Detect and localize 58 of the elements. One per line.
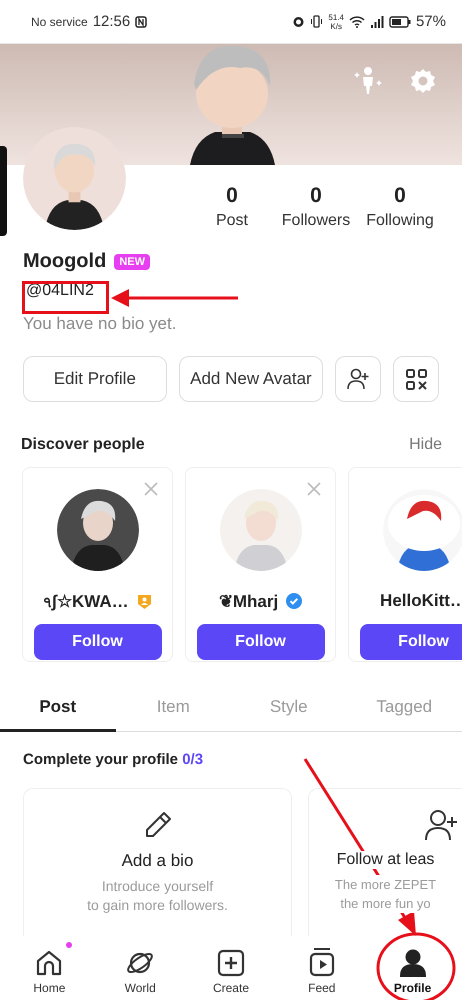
home-icon — [35, 949, 64, 977]
stat-label: Following — [366, 212, 434, 230]
nav-item[interactable]: Feed — [276, 938, 368, 1000]
creator-badge-icon — [136, 592, 152, 610]
follow-button[interactable]: Follow — [196, 624, 324, 660]
clock-time: 12:56 — [92, 13, 130, 30]
qr-code-icon — [406, 368, 427, 390]
person-name: ❦Mharj — [218, 590, 278, 612]
hide-link[interactable]: Hide — [409, 436, 442, 454]
qr-code-button[interactable] — [393, 356, 439, 402]
nav-item[interactable]: Home — [4, 938, 95, 1000]
speed-value: 51.4 — [328, 12, 344, 22]
profile-button[interactable]: Add New Avatar — [178, 356, 324, 402]
task-title: Follow at leas — [336, 851, 434, 869]
follow-button[interactable]: Follow — [34, 624, 162, 660]
task-card[interactable]: Add a bio Introduce yourself to gain more followers. — [23, 788, 292, 936]
profile-tab[interactable]: Post — [0, 684, 116, 732]
wifi-icon — [348, 15, 365, 28]
stat-count: 0 — [226, 184, 238, 208]
vibrate-icon — [310, 15, 324, 28]
signal-icon — [370, 16, 384, 28]
carrier-text: No service — [31, 14, 88, 28]
add-friend-button[interactable] — [335, 356, 382, 402]
nfc-icon — [135, 16, 148, 28]
side-panel-edge[interactable] — [0, 146, 7, 236]
section-title: Complete your profile 0/3 — [22, 750, 204, 768]
task-description: The more ZEPET the more fun yo — [334, 875, 436, 913]
profile-button[interactable]: Edit Profile — [23, 356, 167, 402]
new-badge: NEW — [114, 254, 150, 270]
section-title: Discover people — [21, 436, 145, 454]
person-plus-icon — [346, 368, 370, 390]
battery-percent: 57% — [416, 13, 446, 30]
stat-count: 0 — [394, 184, 406, 208]
nav-item[interactable]: World — [94, 938, 186, 1000]
task-title: Add a bio — [122, 851, 194, 871]
follow-button[interactable]: Follow — [360, 624, 462, 660]
close-icon[interactable] — [144, 482, 158, 496]
alarm-icon — [292, 15, 306, 28]
stat-label: Followers — [282, 212, 350, 230]
nav-item[interactable]: Profile — [367, 938, 458, 1000]
profile-name: Moogold — [23, 250, 106, 273]
profile-handle: @04LIN2 — [25, 282, 94, 300]
stat-count: 0 — [310, 184, 322, 208]
close-icon[interactable] — [307, 482, 321, 496]
battery-icon — [388, 16, 411, 28]
nav-item[interactable]: Create — [186, 938, 276, 1000]
video-stack-icon — [308, 947, 336, 977]
person-name: HelloKitt… — [380, 591, 462, 611]
verified-icon — [286, 593, 302, 609]
speed-unit: K/s — [330, 22, 342, 30]
task-description: Introduce yourself to gain more followers. — [87, 877, 228, 915]
person-name: ঀʃ☆KWA… — [43, 590, 129, 612]
task-card[interactable]: Follow at leas The more ZEPET the more fun yo — [308, 788, 462, 936]
person-icon — [398, 949, 427, 977]
plus-square-icon — [216, 949, 245, 977]
bio-text: You have no bio yet. — [23, 314, 176, 334]
person-plus-icon — [424, 809, 458, 841]
stat-label: Post — [216, 212, 248, 230]
